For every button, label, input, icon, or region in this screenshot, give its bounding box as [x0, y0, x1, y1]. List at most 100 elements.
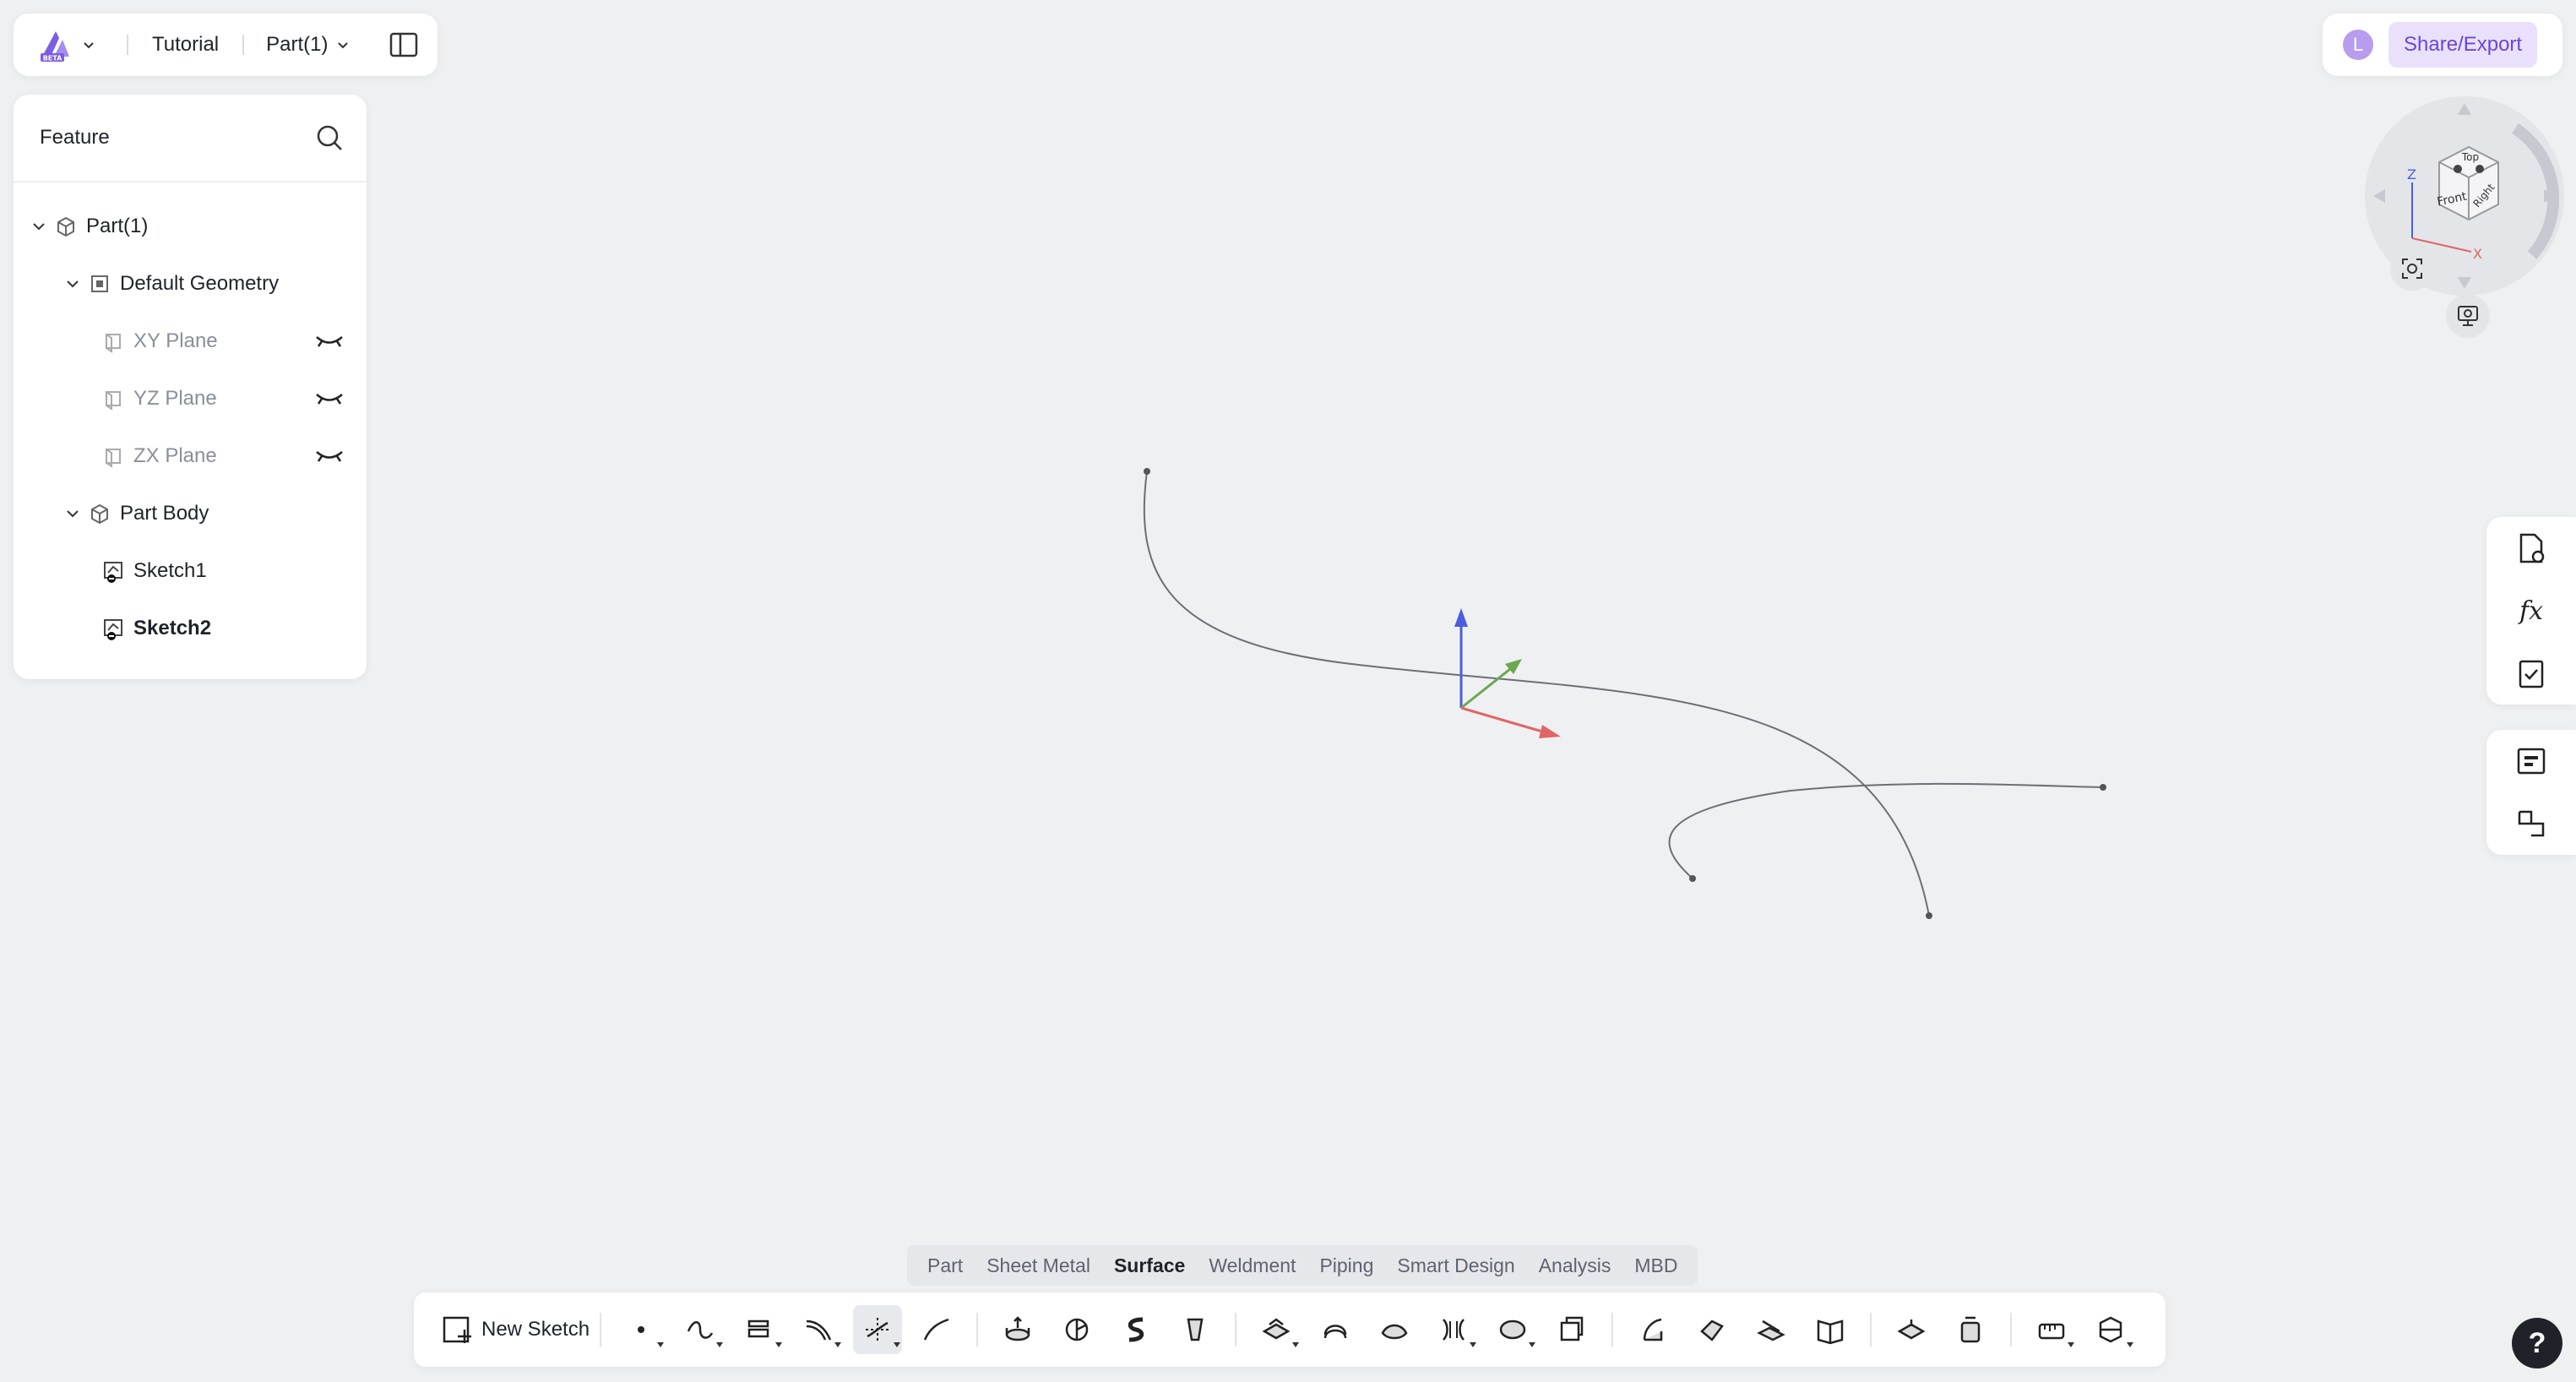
- thicken-surface-button[interactable]: [1311, 1305, 1360, 1354]
- formula-button[interactable]: fx: [2486, 579, 2576, 642]
- untrim-surface-button[interactable]: [1806, 1305, 1855, 1354]
- new-sketch-label: New Sketch: [481, 1318, 590, 1341]
- boundary-surface-button[interactable]: [1547, 1305, 1596, 1354]
- offset-surface-button[interactable]: [1252, 1305, 1301, 1354]
- trim-surface-icon: [1643, 1318, 1663, 1341]
- sweep-surface-button[interactable]: [1111, 1305, 1160, 1354]
- ruled-surface-button[interactable]: [1429, 1305, 1478, 1354]
- svg-text:Top: Top: [2461, 151, 2479, 163]
- curve-endpoint: [1144, 468, 1150, 475]
- x-axis-arrow: [1539, 725, 1561, 738]
- divider: [2010, 1313, 2013, 1347]
- tab-surface[interactable]: Surface: [1102, 1254, 1197, 1277]
- tab-sheet-metal[interactable]: Sheet Metal: [975, 1254, 1102, 1277]
- offset-surface-icon: [1262, 1318, 1291, 1340]
- measure-icon: [2038, 1323, 2065, 1340]
- revolve-surface-button[interactable]: [1052, 1305, 1101, 1354]
- replace-face-button[interactable]: [1946, 1305, 1995, 1354]
- view-mode-button[interactable]: [2446, 294, 2490, 338]
- avatar[interactable]: L: [2343, 30, 2373, 60]
- svg-text:fx: fx: [2518, 596, 2543, 626]
- curve-endpoint: [1926, 912, 1932, 919]
- right-toolbar-bottom: [2486, 730, 2576, 855]
- revolve-surface-icon: [1065, 1318, 1089, 1341]
- surface-toolbar: New Sketch: [414, 1292, 2166, 1367]
- fit-view-icon: [2402, 258, 2422, 279]
- spline-icon: [923, 1318, 949, 1341]
- point-icon: [638, 1326, 645, 1333]
- share-bar: L Share/Export: [2323, 14, 2562, 76]
- transform-icon: [2518, 810, 2545, 837]
- document-settings-icon: [2519, 533, 2545, 563]
- boundary-surface-icon: [1560, 1316, 1584, 1341]
- x-axis: [1460, 706, 1543, 733]
- sketch1-curve: [1143, 471, 1930, 917]
- intersection-curve-button[interactable]: [853, 1305, 903, 1354]
- plane-stack-icon: [747, 1319, 769, 1338]
- spline-tool-button[interactable]: [912, 1305, 961, 1354]
- trim-surface-button[interactable]: [1628, 1305, 1677, 1354]
- z-axis-arrow: [1454, 608, 1468, 627]
- divider: [976, 1313, 979, 1347]
- divider: [1235, 1313, 1237, 1347]
- fill-surface-button[interactable]: [1370, 1305, 1419, 1354]
- loft-surface-icon: [1187, 1318, 1204, 1341]
- tab-smart-design[interactable]: Smart Design: [1385, 1254, 1526, 1277]
- tab-weldment[interactable]: Weldment: [1197, 1254, 1307, 1277]
- extrude-surface-button[interactable]: [993, 1305, 1042, 1354]
- origin-triad: [1454, 608, 1561, 738]
- tab-mbd[interactable]: MBD: [1622, 1254, 1689, 1277]
- tab-analysis[interactable]: Analysis: [1527, 1254, 1623, 1277]
- point-tool-button[interactable]: [617, 1305, 666, 1354]
- tab-part[interactable]: Part: [916, 1254, 975, 1277]
- intersection-curve-icon: [866, 1318, 890, 1341]
- checklist-button[interactable]: [2486, 642, 2576, 705]
- curve-endpoint: [1689, 875, 1696, 882]
- thicken-icon: [1323, 1325, 1347, 1339]
- right-toolbar-top: fx: [2486, 517, 2576, 705]
- help-button[interactable]: ?: [2512, 1318, 2562, 1368]
- template-icon: [2517, 748, 2546, 775]
- split-surface-button[interactable]: [1747, 1305, 1796, 1354]
- patch-surface-icon: [1499, 1319, 1526, 1340]
- extend-surface-button[interactable]: [1687, 1305, 1736, 1354]
- new-sketch-icon: [439, 1311, 476, 1348]
- knit-surface-button[interactable]: [1887, 1305, 1936, 1354]
- y-axis: [1460, 667, 1511, 710]
- tab-piping[interactable]: Piping: [1307, 1254, 1385, 1277]
- sketch2-curve: [1668, 782, 2104, 879]
- projection-tool-button[interactable]: [794, 1305, 843, 1354]
- fit-view-button[interactable]: [2390, 247, 2434, 291]
- extend-surface-icon: [1700, 1319, 1724, 1341]
- share-export-button[interactable]: Share/Export: [2389, 22, 2538, 68]
- viewport-canvas[interactable]: [0, 0, 2576, 1382]
- open-book-icon: [1817, 1319, 1844, 1345]
- svg-text:Z: Z: [2407, 166, 2416, 182]
- divider: [1870, 1313, 1872, 1347]
- fill-surface-icon: [1381, 1324, 1408, 1340]
- split-surface-icon: [1757, 1319, 1785, 1341]
- template-button[interactable]: [2486, 730, 2576, 792]
- document-settings-button[interactable]: [2486, 517, 2576, 579]
- divider: [1611, 1313, 1614, 1347]
- sweep-surface-icon: [1128, 1317, 1144, 1342]
- divider: [600, 1313, 602, 1347]
- curve-endpoint: [2100, 784, 2106, 791]
- curve-tool-button[interactable]: [676, 1305, 725, 1354]
- new-sketch-button[interactable]: New Sketch: [439, 1311, 590, 1348]
- workbench-tabs: Part Sheet Metal Surface Weldment Piping…: [907, 1245, 1698, 1286]
- measure-tool-button[interactable]: [2027, 1305, 2076, 1354]
- transform-button[interactable]: [2486, 792, 2576, 855]
- svg-text:X: X: [2473, 246, 2482, 262]
- checklist-icon: [2519, 660, 2544, 688]
- patch-surface-button[interactable]: [1488, 1305, 1537, 1354]
- knit-surface-icon: [1897, 1319, 1926, 1340]
- ruled-surface-icon: [1443, 1319, 1465, 1341]
- replace-face-icon: [1960, 1316, 1981, 1343]
- formula-icon: fx: [2518, 596, 2543, 626]
- plane-tool-button[interactable]: [735, 1305, 784, 1354]
- section-view-button[interactable]: [2086, 1305, 2135, 1354]
- loft-surface-button[interactable]: [1171, 1305, 1220, 1354]
- section-view-icon: [2099, 1316, 2122, 1343]
- display-icon: [2458, 306, 2478, 326]
